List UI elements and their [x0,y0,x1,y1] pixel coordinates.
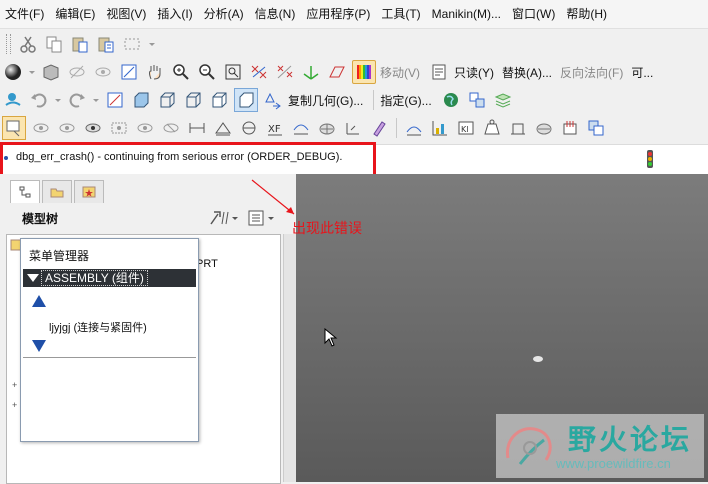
watermark-url: www.proewildfire.cn [556,456,671,471]
annotation-text: 出现此错误 [292,220,362,236]
annotation-arrow [251,179,295,215]
watermark-logo-icon [500,418,560,476]
watermark-text: 野火论坛 [568,424,693,455]
